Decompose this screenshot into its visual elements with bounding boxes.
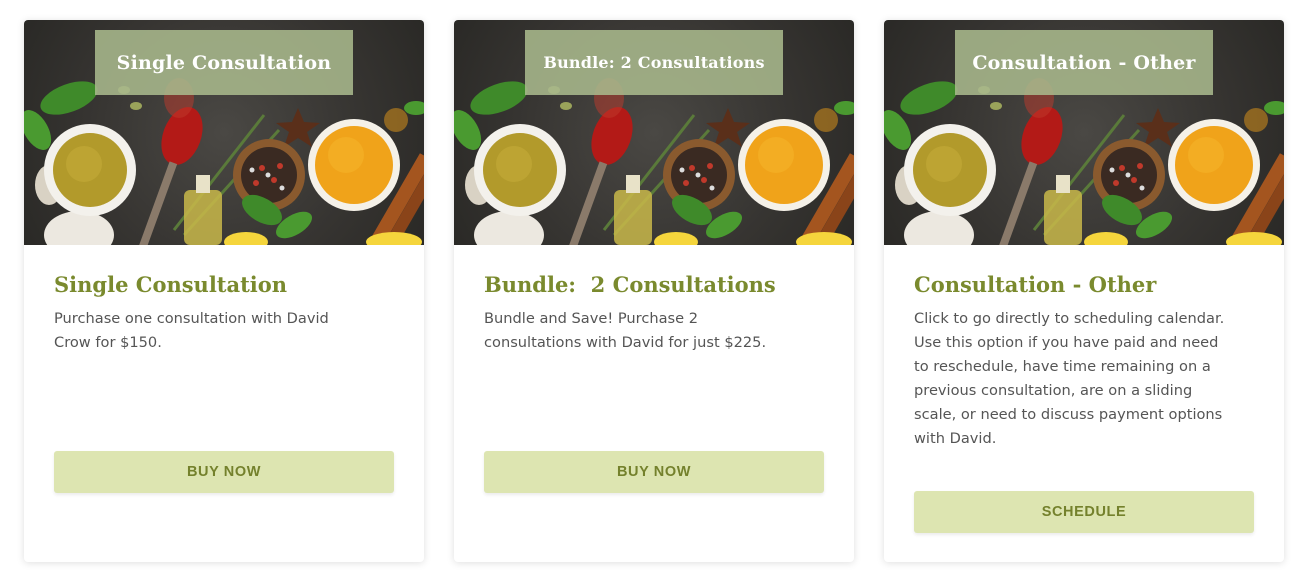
card-title: Bundle: 2 Consultations	[484, 272, 776, 297]
card-title: Single Consultation	[54, 272, 288, 297]
spices-banner-image: Single Consultation	[24, 20, 424, 245]
spices-banner-image: Bundle: 2 Consultations	[454, 20, 854, 245]
product-card-single: Single Consultation Single Consultation …	[24, 20, 424, 562]
product-card-bundle: Bundle: 2 Consultations Bundle: 2 Consul…	[454, 20, 854, 562]
card-description: Click to go directly to scheduling calen…	[914, 310, 1225, 447]
banner-overlay-title: Consultation - Other	[955, 30, 1213, 95]
buy-now-button[interactable]: BUY NOW	[54, 451, 394, 493]
spices-banner-image: Consultation - Other	[884, 20, 1284, 245]
banner-overlay-title: Bundle: 2 Consultations	[525, 30, 783, 95]
schedule-button[interactable]: SCHEDULE	[914, 491, 1254, 533]
card-description: Purchase one consultation with David Cro…	[54, 310, 329, 351]
buy-now-button[interactable]: BUY NOW	[484, 451, 824, 493]
card-title: Consultation - Other	[914, 272, 1157, 297]
banner-overlay-title: Single Consultation	[95, 30, 353, 95]
product-card-other: Consultation - Other Consultation - Othe…	[884, 20, 1284, 562]
card-description: Bundle and Save! Purchase 2 consultation…	[484, 310, 767, 351]
